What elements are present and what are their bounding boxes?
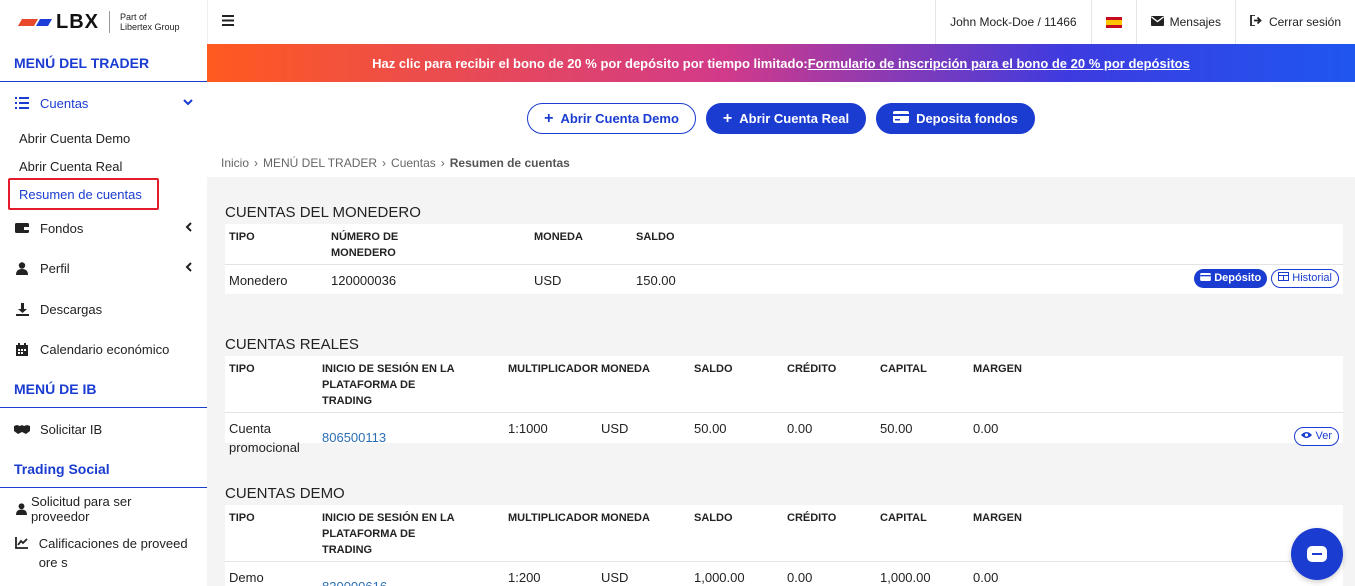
logout-link[interactable]: Cerrar sesión [1234,0,1355,44]
table-row: Cuenta promocional 806500113 1:1000 USD … [225,413,1343,457]
deposit-funds-button[interactable]: Deposita fondos [876,103,1035,134]
sidebar-item-calendario[interactable]: Calendario económico [0,329,207,370]
sidebar-item-label: Fondos [40,220,84,236]
demo-accounts-section: CUENTAS DEMO TIPO INICIO DE SESIÓN EN LA… [225,481,1343,586]
chart-line-icon [14,537,29,549]
calendar-icon [14,343,30,356]
real-accounts-table: TIPO INICIO DE SESIÓN EN LA PLATAFORMA D… [225,356,1343,455]
sidebar-subitem-abrir-real[interactable]: Abrir Cuenta Real [0,152,207,180]
table-icon [1278,269,1290,288]
sidebar-item-label: Calificaciones de proveedore s [38,536,188,570]
promo-banner: Haz clic para recibir el bono de 20 % po… [207,44,1355,82]
real-accounts-section: CUENTAS REALES TIPO INICIO DE SESIÓN EN … [225,332,1343,455]
sidebar-item-label: Solicitud para ser proveedor [30,494,132,524]
social-menu-title: Trading Social [0,450,207,488]
sidebar-item-descargas[interactable]: Descargas [0,289,207,329]
view-account-button[interactable]: Ver [1294,427,1339,446]
sidebar-subitem-abrir-demo[interactable]: Abrir Cuenta Demo [0,124,207,152]
credit-card-icon [893,110,910,128]
sidebar-item-solicitar-ib[interactable]: Solicitar IB [0,408,207,450]
breadcrumb: Inicio › MENÚ DEL TRADER › Cuentas › Res… [221,156,570,170]
sidebar-item-proveedor[interactable]: Solicitud para ser proveedor [0,488,207,530]
handshake-icon [14,424,30,435]
main-content: + Abrir Cuenta Demo + Abrir Cuenta Real … [207,82,1355,586]
chevron-left-icon [185,221,193,235]
logo-mark: LBX [17,10,99,34]
chat-widget-button[interactable] [1291,528,1343,580]
sidebar-item-label: Perfil [40,261,70,276]
section-title: CUENTAS DEMO [225,484,345,502]
sidebar-item-cuentas[interactable]: Cuentas [0,82,207,124]
sidebar-item-fondos[interactable]: Fondos [0,208,207,248]
user-icon [14,262,30,275]
chevron-down-icon [183,97,193,109]
sidebar-item-label: Cuentas [40,95,89,111]
breadcrumb-inicio[interactable]: Inicio [221,156,249,170]
user-icon [16,503,28,515]
highlight-box [8,178,159,210]
account-login-link[interactable]: 830000616 [322,568,508,586]
table-row: Demo estándar 830000616 1:200 USD 1,000.… [225,562,1343,586]
sign-out-icon [1250,14,1263,29]
hamburger-menu-icon[interactable] [208,13,248,31]
account-login-link[interactable]: 806500113 [322,419,508,457]
section-title: CUENTAS REALES [225,335,359,353]
list-icon [14,97,30,109]
table-header: TIPO INICIO DE SESIÓN EN LA PLATAFORMA D… [225,505,1343,562]
plus-icon: + [544,109,554,127]
breadcrumb-cuentas[interactable]: Cuentas [391,156,436,170]
table-header: TIPO INICIO DE SESIÓN EN LA PLATAFORMA D… [225,356,1343,413]
sidebar-item-label: Descargas [40,301,103,317]
trader-menu-title: MENÚ DEL TRADER [0,44,207,82]
logo-subtitle: Part of Libertex Group [120,12,180,32]
wallet-deposit-button[interactable]: Depósito [1194,269,1268,288]
sidebar: LBX Part of Libertex Group MENÚ DEL TRAD… [0,0,207,586]
plus-icon: + [722,109,733,127]
user-account[interactable]: John Mock-Doe / 11466 [935,0,1091,44]
eye-icon [1301,427,1313,446]
promo-link[interactable]: Formulario de inscripción para el bono d… [808,56,1190,71]
language-selector[interactable] [1090,0,1136,44]
table-header: TIPO NÚMERO DE MONEDERO MONEDA SALDO [225,224,1343,265]
spain-flag-icon [1105,16,1122,28]
wallet-history-button[interactable]: Historial [1271,269,1339,288]
open-demo-account-button[interactable]: + Abrir Cuenta Demo [527,103,696,134]
breadcrumb-menu[interactable]: MENÚ DEL TRADER [263,156,377,170]
chat-icon [1307,546,1327,562]
demo-accounts-table: TIPO INICIO DE SESIÓN EN LA PLATAFORMA D… [225,505,1343,586]
promo-text: Haz clic para recibir el bono de 20 % po… [372,55,808,71]
sidebar-item-label: Calendario económico [40,342,170,357]
logout-label: Cerrar sesión [1268,15,1341,29]
wallet-table: TIPO NÚMERO DE MONEDERO MONEDA SALDO Mon… [225,224,1343,294]
sidebar-item-label: Solicitar IB [40,421,103,437]
section-title: CUENTAS DEL MONEDERO [225,203,421,221]
wallet-icon [14,222,30,234]
topbar: John Mock-Doe / 11466 Mensajes Cerrar se… [207,0,1355,44]
mensajes-label: Mensajes [1169,15,1221,29]
mensajes-link[interactable]: Mensajes [1135,0,1235,44]
chevron-left-icon [185,262,193,275]
table-row: Monedero 120000036 USD 150.00 Depósito H… [225,265,1343,290]
open-real-account-button[interactable]: + Abrir Cuenta Real [705,103,867,134]
envelope-icon [1150,15,1164,29]
sidebar-item-calificaciones[interactable]: Calificaciones de proveedore s [0,530,207,570]
credit-card-icon [1200,269,1212,288]
download-icon [14,302,30,316]
ib-menu-title: MENÚ DE IB [0,370,207,408]
logo[interactable]: LBX Part of Libertex Group [0,0,207,44]
wallet-section: CUENTAS DEL MONEDERO TIPO NÚMERO DE MONE… [225,200,1343,294]
sidebar-item-perfil[interactable]: Perfil [0,248,207,289]
logo-text: LBX [56,10,99,33]
breadcrumb-current: Resumen de cuentas [449,156,570,170]
